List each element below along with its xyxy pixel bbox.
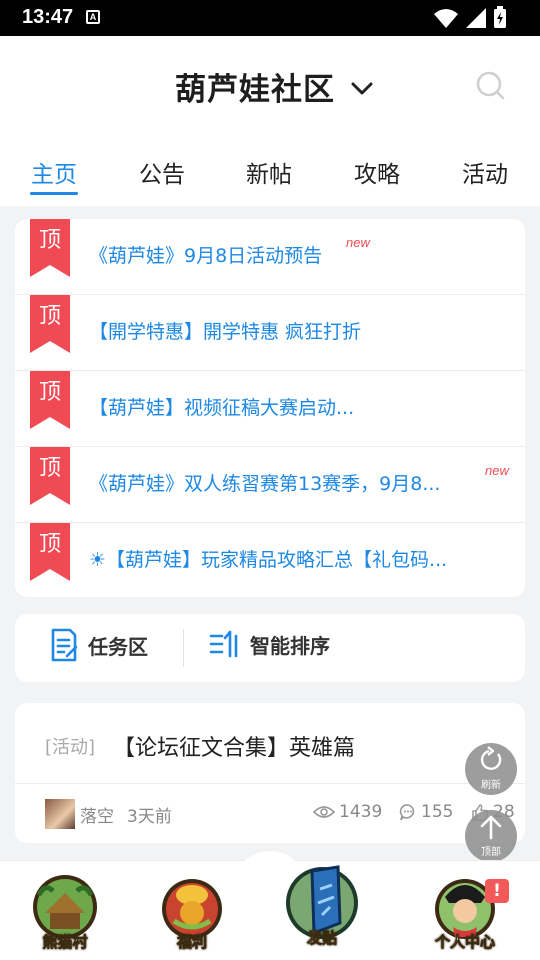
svg-text:顶: 顶 [39, 380, 61, 405]
divider [15, 783, 525, 784]
svg-text:顶: 顶 [39, 456, 61, 481]
avatar[interactable] [45, 799, 75, 829]
status-time: 13:47 [22, 6, 74, 28]
tab-announcements[interactable]: 公告 [139, 155, 185, 189]
pinned-title: 【開学特惠】開学特惠 疯狂打折 [89, 321, 362, 343]
pinned-item[interactable]: 顶 ☀【葫芦娃】玩家精品攻略汇总【礼包码... [15, 523, 525, 597]
status-bar: 13:47 A [0, 0, 540, 36]
nav-panda-village[interactable]: 熊猫村 [25, 873, 105, 953]
pinned-title: 《葫芦娃》双人练習赛第13赛季，9月8... [89, 473, 441, 495]
pin-badge-icon: 顶 [30, 295, 70, 353]
bottom-nav: 熊猫村 福利 发贴 个人中心 [0, 851, 540, 960]
pinned-posts-card: 顶 《葫芦娃》9月8日活动预告 new 顶 【開学特惠】開学特惠 疯狂打折 顶 … [15, 219, 525, 597]
pinned-item[interactable]: 顶 【開学特惠】開学特惠 疯狂打折 [15, 295, 525, 371]
pin-badge-icon: 顶 [30, 371, 70, 429]
eye-icon [313, 806, 335, 818]
tab-new-posts[interactable]: 新帖 [246, 155, 292, 189]
app-header: 葫芦娃社区 主页 公告 新帖 攻略 活动 [0, 36, 540, 206]
search-icon[interactable] [475, 70, 507, 102]
pin-badge-icon: 顶 [30, 523, 70, 581]
community-selector[interactable]: 葫芦娃社区 [175, 64, 373, 109]
refresh-icon [480, 746, 502, 770]
pinned-item[interactable]: 顶 【葫芦娃】视频征稿大赛启动... [15, 371, 525, 447]
sort-icon [209, 630, 238, 658]
wifi-icon [434, 9, 458, 28]
comment-icon [399, 804, 415, 821]
system-icons [432, 6, 516, 34]
svg-text:顶: 顶 [39, 532, 61, 557]
back-to-top-button[interactable]: 顶部 [465, 810, 517, 862]
svg-text:顶: 顶 [39, 228, 61, 253]
tab-guides[interactable]: 攻略 [354, 155, 400, 189]
nav-label: 发贴 [306, 929, 338, 948]
pinned-item[interactable]: 顶 《葫芦娃》双人练習赛第13赛季，9月8... new [15, 447, 525, 523]
refresh-button[interactable]: 刷新 [465, 743, 517, 795]
comments-stat[interactable]: 155 [399, 802, 453, 822]
nav-label: 个人中心 [434, 933, 496, 952]
tab-events[interactable]: 活动 [462, 155, 508, 189]
accessibility-icon: A [86, 10, 100, 24]
divider [183, 629, 184, 667]
tab-home[interactable]: 主页 [31, 155, 77, 189]
post-author[interactable]: 落空 [80, 802, 114, 827]
battery-icon [494, 6, 506, 28]
tab-bar: 主页 公告 新帖 攻略 活动 [0, 152, 540, 206]
alert-badge: ! [485, 879, 509, 903]
task-area-label: 任务区 [88, 634, 148, 659]
chevron-down-icon [351, 82, 373, 94]
pin-badge-icon: 顶 [30, 219, 70, 277]
signal-icon [466, 8, 486, 28]
back-to-top-label: 顶部 [481, 847, 501, 858]
refresh-label: 刷新 [481, 780, 501, 791]
pinned-title: 【葫芦娃】视频征稿大赛启动... [89, 397, 355, 419]
pin-badge-icon: 顶 [30, 447, 70, 505]
new-badge: new [485, 463, 509, 478]
svg-text:顶: 顶 [39, 304, 61, 329]
nav-label: 福利 [176, 933, 208, 952]
page-title: 葫芦娃社区 [175, 72, 335, 108]
new-badge: new [346, 235, 370, 250]
views-count: 1439 [339, 802, 383, 822]
post-title: 【论坛征文合集】英雄篇 [113, 736, 356, 761]
task-list-icon [51, 628, 78, 662]
nav-label: 熊猫村 [42, 933, 88, 952]
smart-sort-label: 智能排序 [250, 633, 330, 658]
comments-count: 155 [421, 802, 454, 822]
post-card[interactable]: [活动] 【论坛征文合集】英雄篇 落空 3天前 1439 155 28 [15, 703, 525, 843]
arrow-up-icon [480, 815, 502, 840]
pinned-title: 《葫芦娃》9月8日活动预告 [89, 245, 323, 267]
smart-sort-button[interactable]: 智能排序 [208, 628, 330, 660]
nav-post[interactable]: 发贴 [282, 863, 362, 947]
post-time: 3天前 [127, 807, 172, 827]
pinned-item[interactable]: 顶 《葫芦娃》9月8日活动预告 new [15, 219, 525, 295]
nav-welfare[interactable]: 福利 [152, 873, 232, 953]
views-stat: 1439 [313, 802, 382, 822]
quick-actions-card: 任务区 智能排序 [15, 614, 525, 682]
post-category-tag: [活动] [45, 737, 96, 758]
pinned-title: ☀【葫芦娃】玩家精品攻略汇总【礼包码... [89, 549, 448, 571]
tab-underline [30, 192, 78, 195]
task-area-button[interactable]: 任务区 [50, 628, 148, 662]
